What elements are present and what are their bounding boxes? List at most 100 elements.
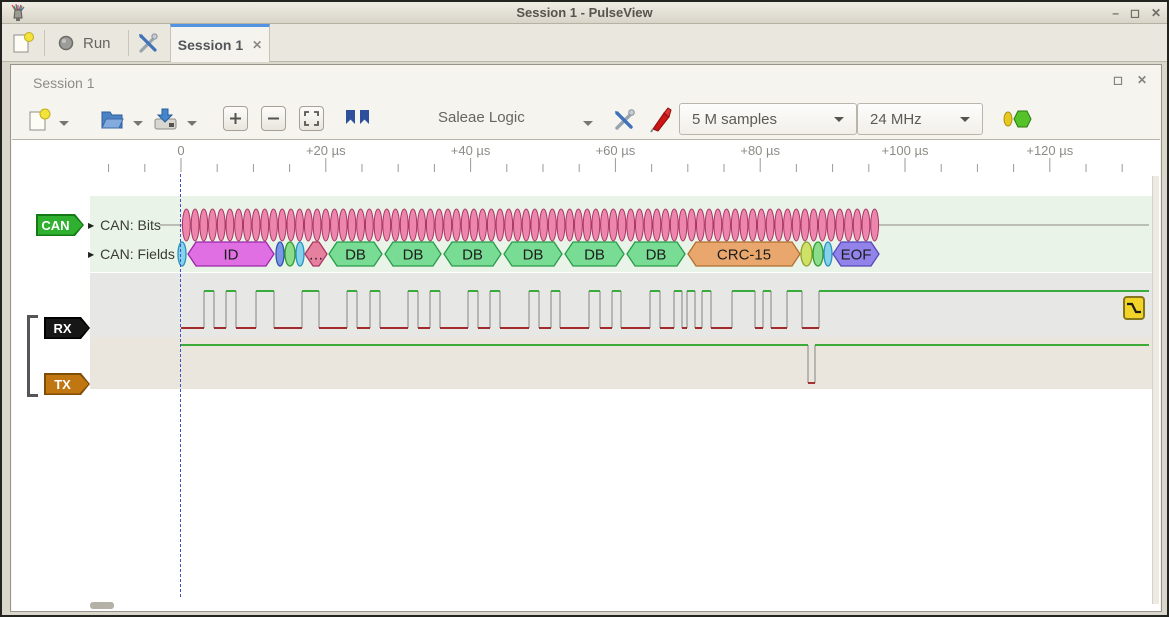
can-bit-annotation bbox=[392, 209, 400, 241]
can-bit-annotation bbox=[435, 209, 443, 241]
can-bit-annotation bbox=[487, 209, 495, 241]
sample-count-value: 5 M samples bbox=[692, 111, 777, 128]
mdi-area: Session 1 ◻ ✕ bbox=[2, 62, 1167, 617]
sample-rate-value: 24 MHz bbox=[870, 111, 922, 128]
can-bit-annotation bbox=[723, 209, 731, 241]
zoom-in-button[interactable] bbox=[223, 106, 248, 131]
can-bit-annotation bbox=[845, 209, 853, 241]
settings-button[interactable] bbox=[136, 24, 160, 62]
tab-close-icon[interactable]: ✕ bbox=[252, 38, 262, 52]
can-bit-annotation bbox=[557, 209, 565, 241]
open-dropdown-caret[interactable] bbox=[133, 121, 143, 126]
new-file-icon bbox=[27, 107, 51, 133]
can-bit-annotation bbox=[670, 209, 678, 241]
sample-count-select[interactable]: 5 M samples bbox=[679, 103, 857, 135]
decoder-row-bits[interactable]: ▶ CAN: Bits bbox=[88, 217, 161, 233]
can-bit-annotation bbox=[636, 209, 644, 241]
expand-arrow-icon[interactable]: ▶ bbox=[88, 250, 94, 259]
zoom-to-markers-button[interactable] bbox=[345, 109, 373, 134]
can-bit-annotation bbox=[540, 209, 548, 241]
maximize-button[interactable]: ◻ bbox=[1130, 2, 1140, 24]
can-field-annotation bbox=[276, 242, 284, 266]
can-field-annotation bbox=[824, 242, 832, 266]
new-session-icon bbox=[12, 31, 34, 55]
can-bit-annotation bbox=[592, 209, 600, 241]
flag-markers-icon bbox=[345, 109, 373, 129]
can-bit-annotation bbox=[827, 209, 835, 241]
sample-rate-select[interactable]: 24 MHz bbox=[857, 103, 983, 135]
save-button[interactable] bbox=[153, 107, 179, 137]
can-bit-annotation bbox=[383, 209, 391, 241]
probe-icon bbox=[649, 107, 675, 133]
sample-rate-caret bbox=[960, 117, 970, 122]
can-field-label: … bbox=[309, 247, 324, 264]
can-bit-annotation bbox=[853, 209, 861, 241]
can-bit-annotation bbox=[818, 209, 826, 241]
can-bit-annotation bbox=[548, 209, 556, 241]
new-session-button[interactable] bbox=[12, 24, 34, 62]
plus-icon bbox=[229, 112, 242, 125]
session-subwindow: Session 1 ◻ ✕ bbox=[10, 64, 1162, 612]
zoom-out-button[interactable] bbox=[261, 106, 286, 131]
can-bit-annotation bbox=[836, 209, 844, 241]
can-bit-annotation bbox=[575, 209, 583, 241]
can-field-label: EOF bbox=[841, 247, 872, 264]
can-bit-annotation bbox=[374, 209, 382, 241]
new-dropdown-caret[interactable] bbox=[59, 121, 69, 126]
zoom-fit-button[interactable] bbox=[299, 106, 324, 131]
expand-arrow-icon[interactable]: ▶ bbox=[88, 221, 94, 230]
can-bit-annotation bbox=[217, 209, 225, 241]
can-bit-annotation bbox=[696, 209, 704, 241]
subwindow-close-button[interactable]: ✕ bbox=[1137, 73, 1147, 87]
can-bit-annotation bbox=[479, 209, 487, 241]
can-bit-annotation bbox=[365, 209, 373, 241]
can-bit-annotation bbox=[618, 209, 626, 241]
can-bit-annotation bbox=[182, 209, 190, 241]
add-decoder-button[interactable] bbox=[1001, 109, 1033, 134]
horizontal-scrollbar-handle[interactable] bbox=[90, 602, 114, 609]
vertical-scrollbar-track[interactable] bbox=[1152, 176, 1159, 604]
can-field-label: DB bbox=[646, 247, 667, 264]
decoder-row-fields[interactable]: ▶ CAN: Fields bbox=[88, 246, 175, 262]
run-state-icon bbox=[58, 35, 74, 51]
tx-tag-label: TX bbox=[54, 377, 71, 392]
can-bit-annotation bbox=[261, 209, 269, 241]
can-bit-annotation bbox=[679, 209, 687, 241]
open-button[interactable] bbox=[99, 107, 125, 136]
close-button[interactable]: ✕ bbox=[1151, 2, 1161, 24]
can-bit-annotation bbox=[792, 209, 800, 241]
save-icon bbox=[153, 107, 179, 132]
fields-row-label: CAN: Fields bbox=[100, 246, 175, 262]
can-field-annotation bbox=[296, 242, 304, 266]
run-button[interactable]: Run bbox=[58, 24, 111, 62]
can-field-label: DB bbox=[523, 247, 544, 264]
can-bit-annotation bbox=[191, 209, 199, 241]
device-select-label[interactable]: Saleae Logic bbox=[438, 109, 525, 126]
tab-session-1[interactable]: Session 1 ✕ bbox=[170, 24, 270, 62]
trigger-marker[interactable] bbox=[1123, 296, 1145, 320]
decoder-icon bbox=[1001, 109, 1033, 129]
channel-tag-tx[interactable]: TX bbox=[44, 373, 90, 395]
time-cursor[interactable] bbox=[180, 174, 181, 597]
can-bit-annotation bbox=[871, 209, 879, 241]
minimize-button[interactable]: – bbox=[1112, 2, 1119, 24]
rx-tag-label: RX bbox=[53, 321, 71, 336]
device-config-button[interactable] bbox=[611, 107, 637, 138]
can-bit-annotation bbox=[418, 209, 426, 241]
can-bit-annotation bbox=[714, 209, 722, 241]
subwindow-restore-button[interactable]: ◻ bbox=[1113, 73, 1123, 87]
can-bit-annotation bbox=[662, 209, 670, 241]
can-bit-annotation bbox=[444, 209, 452, 241]
channel-group-bracket[interactable] bbox=[27, 315, 38, 397]
channel-tag-rx[interactable]: RX bbox=[44, 317, 90, 339]
toolbar-separator bbox=[44, 30, 45, 56]
device-dropdown-caret[interactable] bbox=[583, 121, 593, 126]
new-session-button[interactable] bbox=[27, 107, 51, 138]
save-dropdown-caret[interactable] bbox=[187, 121, 197, 126]
channels-probe-button[interactable] bbox=[649, 107, 675, 138]
decoder-tag-can[interactable]: CAN bbox=[36, 214, 84, 236]
can-bit-annotation bbox=[583, 209, 591, 241]
can-bit-annotation bbox=[522, 209, 530, 241]
can-bit-annotation bbox=[731, 209, 739, 241]
can-bit-annotation bbox=[627, 209, 635, 241]
